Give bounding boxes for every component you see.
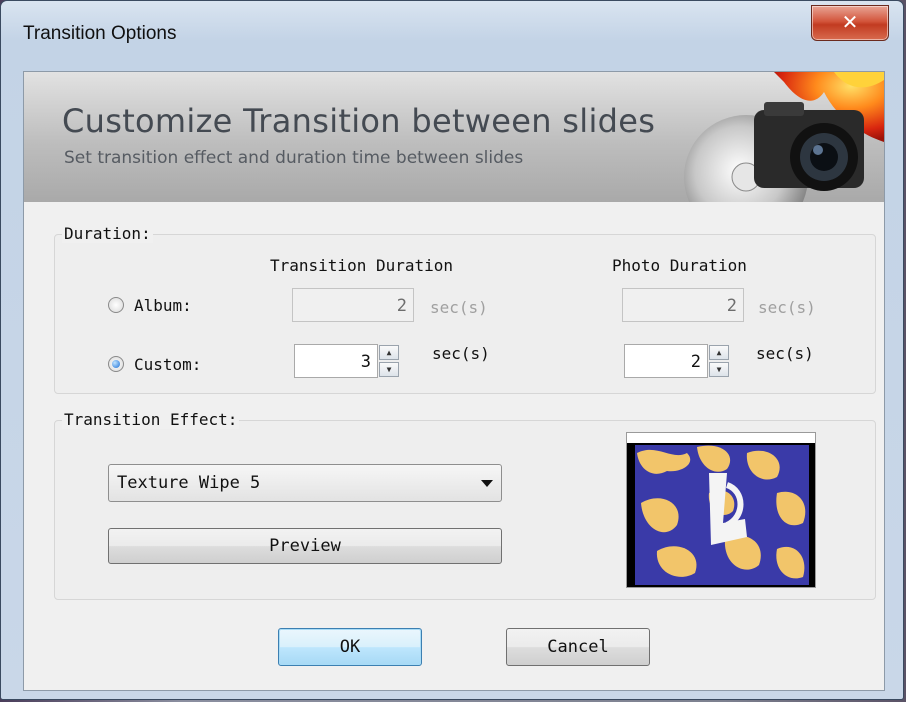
- cancel-button[interactable]: Cancel: [506, 628, 650, 666]
- custom-transition-value: 3: [360, 352, 371, 372]
- header-banner: Customize Transition between slides Set …: [24, 72, 884, 202]
- album-radio[interactable]: [108, 297, 124, 313]
- duration-label: Duration:: [62, 224, 153, 243]
- album-transition-duration-field: 2: [292, 288, 414, 322]
- transition-duration-header: Transition Duration: [270, 256, 454, 275]
- album-transition-value: 2: [396, 296, 407, 316]
- window-title: Transition Options: [23, 23, 177, 44]
- close-button[interactable]: ✕: [811, 5, 889, 41]
- album-photo-value: 2: [726, 296, 737, 316]
- spin-down-icon[interactable]: ▼: [709, 362, 729, 377]
- ok-button[interactable]: OK: [278, 628, 422, 666]
- preview-button[interactable]: Preview: [108, 528, 502, 564]
- custom-photo-value: 2: [690, 352, 701, 372]
- album-photo-duration-field: 2: [622, 288, 744, 322]
- chevron-down-icon[interactable]: [481, 480, 493, 487]
- custom-radio-label[interactable]: Custom:: [134, 355, 201, 374]
- album-radio-label[interactable]: Album:: [134, 296, 192, 315]
- photo-duration-header: Photo Duration: [612, 256, 747, 275]
- custom-transition-unit: sec(s): [432, 344, 490, 363]
- custom-photo-duration-input[interactable]: 2 ▲ ▼: [624, 344, 729, 378]
- preview-button-label: Preview: [269, 536, 341, 556]
- spin-up-icon[interactable]: ▲: [709, 345, 729, 360]
- custom-transition-duration-input[interactable]: 3 ▲ ▼: [294, 344, 399, 378]
- cancel-button-label: Cancel: [547, 637, 609, 657]
- album-photo-unit: sec(s): [758, 298, 816, 317]
- close-icon: ✕: [841, 10, 859, 34]
- transition-preview-image: [626, 432, 816, 588]
- album-transition-unit: sec(s): [430, 298, 488, 317]
- custom-photo-unit: sec(s): [756, 344, 814, 363]
- title-bar[interactable]: Transition Options ✕: [1, 1, 903, 63]
- texture-wipe-preview-icon: [627, 433, 815, 587]
- transition-effect-label: Transition Effect:: [62, 410, 240, 429]
- banner-subtitle: Set transition effect and duration time …: [64, 148, 524, 168]
- banner-title: Customize Transition between slides: [62, 102, 656, 140]
- transition-options-dialog: Transition Options ✕ Customize Transitio…: [0, 0, 904, 700]
- transition-effect-value: Texture Wipe 5: [117, 473, 261, 493]
- custom-photo-spinner[interactable]: ▲ ▼: [709, 345, 729, 377]
- custom-transition-spinner[interactable]: ▲ ▼: [379, 345, 399, 377]
- transition-effect-select[interactable]: Texture Wipe 5: [108, 464, 502, 502]
- spin-down-icon[interactable]: ▼: [379, 362, 399, 377]
- dialog-body: Customize Transition between slides Set …: [23, 71, 885, 691]
- spin-up-icon[interactable]: ▲: [379, 345, 399, 360]
- camera-disc-icon: [684, 72, 884, 202]
- ok-button-label: OK: [339, 637, 361, 657]
- custom-radio[interactable]: [108, 356, 124, 372]
